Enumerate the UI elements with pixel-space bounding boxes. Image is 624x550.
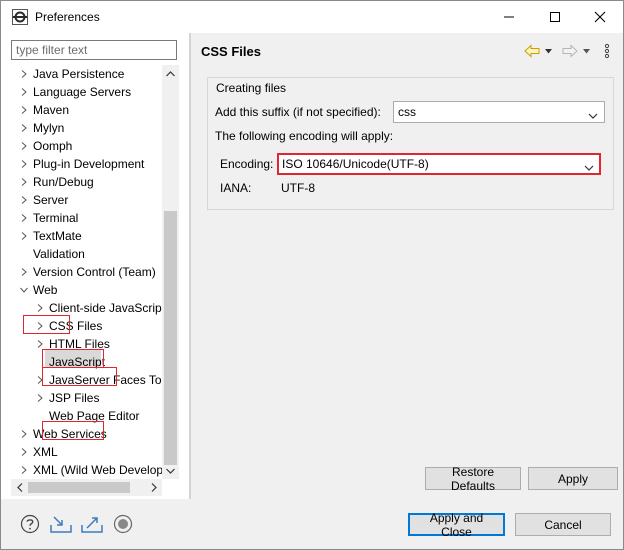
scroll-left-icon[interactable] (11, 479, 28, 496)
forward-arrow-icon[interactable] (560, 43, 580, 59)
preference-page: CSS Files Creating files Add this suffix… (191, 33, 623, 499)
forward-dropdown-icon[interactable] (580, 43, 592, 59)
creating-files-group (207, 77, 614, 210)
tree-item-label: XML (33, 445, 58, 459)
iana-value: UTF-8 (281, 181, 315, 195)
preference-tree: Java Persistence Language Servers Maven … (11, 65, 162, 479)
chevron-right-icon[interactable] (35, 299, 45, 317)
tree-item-label: Run/Debug (33, 175, 94, 189)
import-icon[interactable] (50, 513, 72, 535)
tree-item-label: Version Control (Team) (33, 265, 156, 279)
tree-item-label: TextMate (33, 229, 82, 243)
tree-item-label: JSP Files (49, 391, 100, 405)
window-title: Preferences (35, 10, 100, 24)
chevron-right-icon[interactable] (19, 443, 29, 461)
encoding-label: Encoding: (220, 157, 274, 171)
filter-input[interactable] (11, 40, 177, 60)
tree-item-label: Web Services (33, 427, 107, 441)
chevron-down-icon[interactable] (19, 281, 29, 299)
chevron-right-icon[interactable] (19, 65, 29, 83)
horizontal-scroll-thumb[interactable] (28, 482, 130, 493)
tree-item-label: Java Persistence (33, 67, 125, 81)
chevron-down-icon[interactable] (588, 107, 598, 119)
encoding-combo[interactable]: ISO 10646/Unicode(UTF-8) (277, 153, 601, 175)
scroll-down-icon[interactable] (162, 462, 179, 479)
page-title: CSS Files (201, 44, 261, 59)
apply-button[interactable]: Apply (528, 467, 618, 490)
suffix-value: css (398, 105, 416, 119)
tree-item-label: Mylyn (33, 121, 65, 135)
maximize-button[interactable] (532, 1, 578, 33)
chevron-down-icon[interactable] (584, 159, 594, 171)
tree-item-label: Language Servers (33, 85, 132, 99)
group-label: Creating files (215, 81, 288, 95)
cancel-button[interactable]: Cancel (515, 513, 611, 536)
tree-vertical-scrollbar[interactable] (162, 65, 179, 479)
preference-tree-pane: Java Persistence Language Servers Maven … (1, 33, 189, 499)
chevron-right-icon[interactable] (19, 425, 29, 443)
chevron-right-icon[interactable] (35, 317, 45, 335)
tree-item-label: Web (33, 283, 58, 297)
chevron-right-icon[interactable] (19, 155, 29, 173)
chevron-right-icon[interactable] (19, 137, 29, 155)
encoding-value: ISO 10646/Unicode(UTF-8) (282, 157, 429, 171)
chevron-right-icon[interactable] (19, 461, 29, 479)
tree-item-label: JavaScript (49, 355, 106, 369)
view-menu-icon[interactable] (601, 43, 613, 59)
scroll-right-icon[interactable] (145, 479, 162, 496)
chevron-right-icon[interactable] (19, 227, 29, 245)
encoding-note: The following encoding will apply: (215, 129, 394, 143)
chevron-right-icon[interactable] (35, 389, 45, 407)
chevron-right-icon[interactable] (19, 191, 29, 209)
minimize-button[interactable] (486, 1, 532, 33)
tree-item-label: Maven (33, 103, 70, 117)
apply-and-close-button[interactable]: Apply and Close (408, 511, 505, 539)
tree-item-label: Terminal (33, 211, 79, 225)
vertical-scroll-thumb[interactable] (164, 211, 177, 465)
tree-item-label: HTML Files (49, 337, 110, 351)
back-arrow-icon[interactable] (522, 43, 542, 59)
chevron-right-icon[interactable] (19, 83, 29, 101)
help-icon[interactable] (19, 513, 41, 535)
chevron-right-icon[interactable] (19, 173, 29, 191)
chevron-right-icon[interactable] (19, 209, 29, 227)
tree-item-label: Client-side JavaScript (49, 301, 162, 315)
tree-item-label: CSS Files (49, 319, 103, 333)
scroll-up-icon[interactable] (162, 65, 179, 82)
suffix-combo[interactable]: css (393, 101, 605, 123)
tree-item-label: JavaServer Faces Tools (49, 373, 162, 387)
chevron-right-icon[interactable] (35, 335, 45, 353)
tree-item-label: XML (Wild Web Developer) (33, 463, 162, 477)
export-icon[interactable] (81, 513, 103, 535)
preferences-window: Preferences Java Persistence Language Se… (0, 0, 624, 550)
iana-label: IANA: (220, 181, 252, 195)
tree-item-label: Web Page Editor (49, 409, 140, 423)
close-button[interactable] (577, 1, 623, 33)
chevron-right-icon[interactable] (19, 263, 29, 281)
tree-horizontal-scrollbar[interactable] (11, 479, 162, 496)
eclipse-preferences-icon (12, 9, 28, 25)
tree-item-label: Plug-in Development (33, 157, 145, 171)
back-dropdown-icon[interactable] (542, 43, 554, 59)
tree-item-label: Server (33, 193, 69, 207)
restore-defaults-button[interactable]: Restore Defaults (425, 465, 521, 493)
dialog-button-bar: Apply and Close Cancel (1, 499, 623, 549)
chevron-right-icon[interactable] (35, 371, 45, 389)
suffix-label: Add this suffix (if not specified): (215, 105, 381, 119)
tree-item-label: Validation (33, 247, 85, 261)
tree-item-label: Oomph (33, 139, 73, 153)
record-icon[interactable] (112, 513, 134, 535)
chevron-right-icon[interactable] (19, 119, 29, 137)
title-bar: Preferences (1, 1, 623, 33)
chevron-right-icon[interactable] (19, 101, 29, 119)
